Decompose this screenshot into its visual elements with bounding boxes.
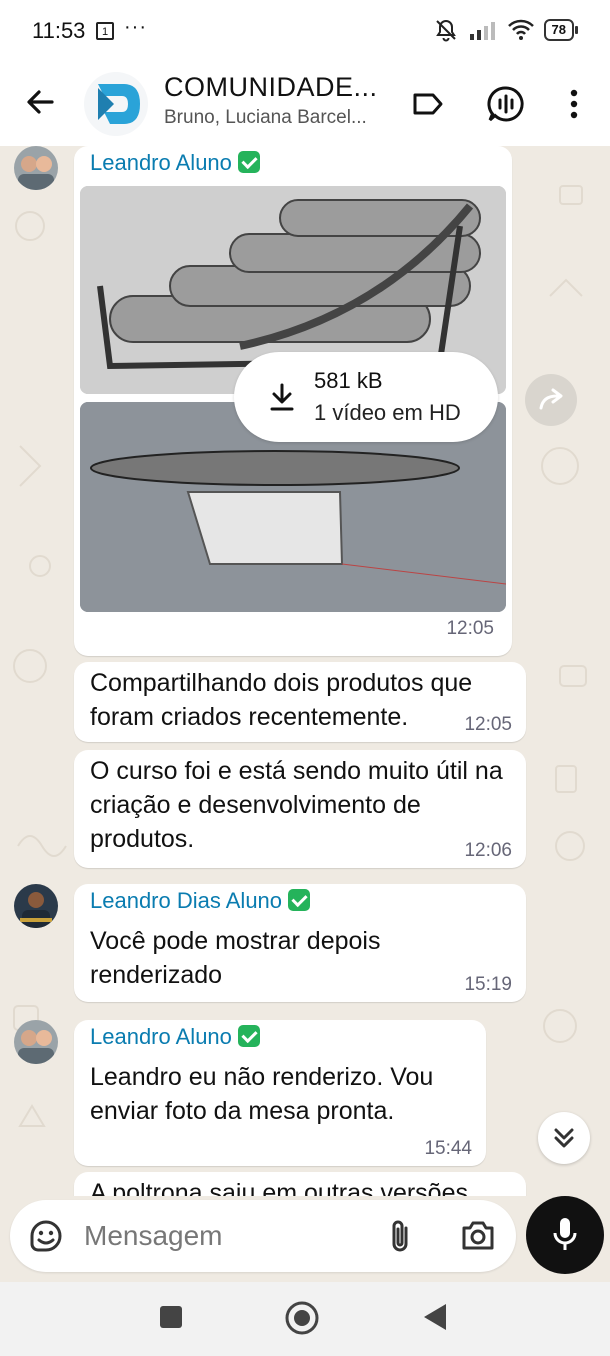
verified-icon (237, 1025, 260, 1047)
message-time: 15:19 (464, 974, 512, 995)
label-icon[interactable] (406, 82, 450, 126)
message-text: O curso foi e está sendo muito útil na c… (90, 757, 503, 853)
wifi-icon (507, 19, 534, 40)
sticker-icon[interactable] (28, 1218, 64, 1254)
message-input[interactable]: Mensagem (84, 1220, 223, 1252)
group-members[interactable]: Bruno, Luciana Barcel... (164, 107, 386, 129)
sender-avatar[interactable] (14, 146, 58, 190)
media-description: 1 vídeo em HD (314, 400, 461, 425)
verified-icon (288, 889, 311, 911)
message-time: 12:06 (464, 840, 512, 861)
signal-icon (469, 22, 495, 40)
forward-icon (539, 388, 563, 410)
arrow-left-icon[interactable] (20, 82, 60, 122)
group-avatar[interactable] (84, 72, 148, 136)
paperclip-icon[interactable] (386, 1218, 414, 1256)
sender-name[interactable]: Leandro Aluno (90, 1024, 232, 1049)
mic-button[interactable] (526, 1196, 604, 1274)
sender-avatar[interactable] (14, 1020, 58, 1064)
message-text: A poltrona saiu em outras versões (90, 1179, 468, 1196)
message-time: 12:05 (464, 714, 512, 735)
message-text: Você pode mostrar depois renderizado (90, 927, 381, 989)
message-time: 12:05 (446, 618, 494, 639)
verified-icon (237, 151, 260, 173)
chat-area[interactable]: Leandro Aluno 581 kB 1 vídeo em HD 12:05… (0, 146, 610, 1196)
sender-name[interactable]: Leandro Aluno (90, 150, 232, 175)
sender-avatar[interactable] (14, 884, 58, 928)
forward-button[interactable] (525, 374, 577, 426)
voice-chat-icon[interactable] (484, 82, 528, 126)
message-composer[interactable]: Mensagem (10, 1200, 516, 1272)
more-vert-icon[interactable] (552, 82, 596, 126)
chevron-double-down-icon (554, 1128, 574, 1148)
group-title[interactable]: COMUNIDADE... (164, 72, 392, 103)
message-bubble[interactable]: A poltrona saiu em outras versões (74, 1172, 526, 1196)
message-bubble[interactable]: Leandro Aluno Leandro eu não renderizo. … (74, 1020, 486, 1166)
notification-icon: 1 (96, 22, 114, 40)
chat-header: COMUNIDADE... Bruno, Luciana Barcel... (0, 62, 610, 146)
status-bar: 11:53 1 ··· 78 (0, 0, 610, 62)
group-logo-icon (98, 84, 140, 124)
message-bubble[interactable]: O curso foi e está sendo muito útil na c… (74, 750, 526, 868)
camera-icon[interactable] (460, 1218, 496, 1252)
system-nav-bar (0, 1282, 610, 1356)
message-text: Compartilhando dois produtos que foram c… (90, 669, 473, 731)
mic-icon (553, 1218, 577, 1250)
battery-indicator: 78 (543, 19, 579, 41)
mute-bell-icon (435, 19, 456, 42)
recent-apps-icon[interactable] (158, 1304, 184, 1330)
message-time: 15:44 (424, 1138, 472, 1159)
message-bubble[interactable]: Compartilhando dois produtos que foram c… (74, 662, 526, 742)
message-bubble-media[interactable]: Leandro Aluno 581 kB 1 vídeo em HD 12:05 (74, 146, 512, 656)
nav-back-icon[interactable] (422, 1302, 448, 1332)
home-icon[interactable] (284, 1300, 320, 1336)
scroll-down-button[interactable] (538, 1112, 590, 1164)
media-size: 581 kB (314, 368, 383, 393)
message-input-bar: Mensagem (0, 1196, 610, 1282)
message-bubble[interactable]: Leandro Dias Aluno Você pode mostrar dep… (74, 884, 526, 1002)
sender-name[interactable]: Leandro Dias Aluno (90, 888, 282, 913)
download-button[interactable]: 581 kB 1 vídeo em HD (234, 352, 498, 442)
status-time: 11:53 (32, 18, 86, 43)
download-icon (270, 383, 294, 411)
status-overflow: ··· (124, 16, 147, 38)
message-text: Leandro eu não renderizo. Vou enviar fot… (90, 1063, 434, 1125)
